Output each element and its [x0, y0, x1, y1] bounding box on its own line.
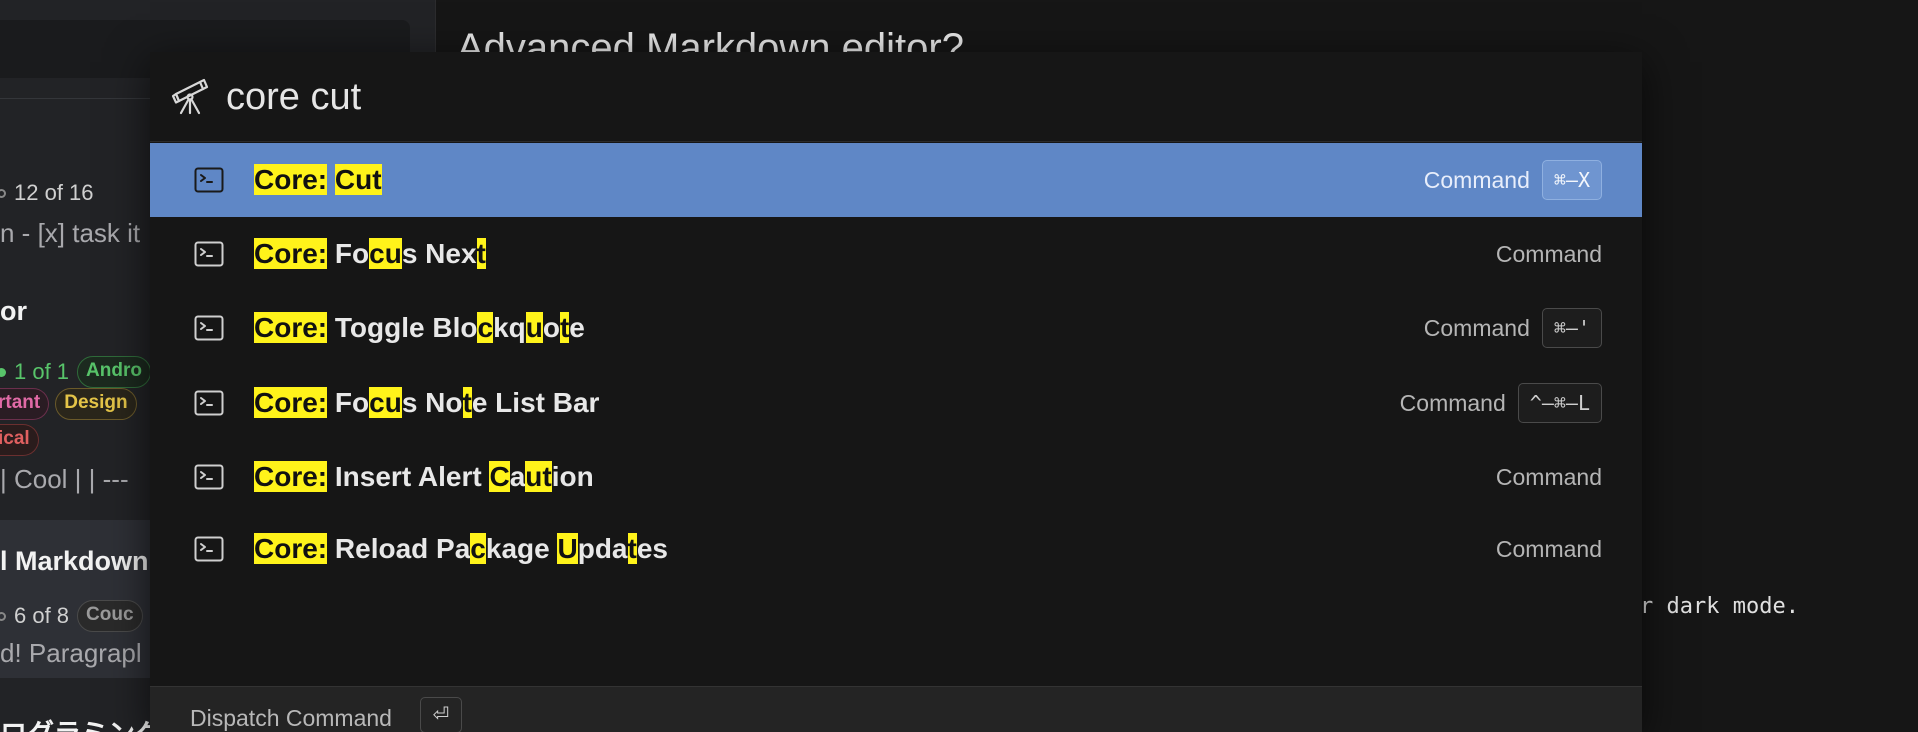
palette-search-row — [150, 52, 1642, 142]
label-text: Toggle Blo — [327, 312, 478, 343]
label-text: Insert Alert — [327, 461, 490, 492]
note-preview: n - [x] task it — [0, 218, 141, 248]
terminal-icon — [194, 464, 224, 490]
label-text: Fo — [327, 387, 370, 418]
label-text: e List Bar — [471, 387, 600, 418]
terminal-icon — [194, 536, 224, 562]
match-highlight: ut — [525, 461, 552, 492]
note-title: l Markdown — [0, 546, 149, 576]
match-highlight: c — [477, 312, 494, 343]
command-kind: Command — [1423, 166, 1530, 193]
terminal-icon — [194, 167, 224, 193]
label-text: kq — [493, 312, 526, 343]
note-preview: d! Paragrapl — [0, 638, 142, 668]
match-highlight: u — [525, 312, 543, 343]
terminal-icon — [194, 315, 224, 341]
label-text: es — [636, 533, 668, 564]
match-highlight: U — [557, 533, 578, 564]
label-text: Fo — [327, 238, 370, 269]
match-highlight: t — [559, 312, 570, 343]
label-text: kage — [485, 533, 558, 564]
command-search-input[interactable] — [226, 70, 1586, 124]
label-text: Reload Pa — [327, 533, 471, 564]
command-result-row[interactable]: Core: Focus Note List Bar Command ^–⌘–L — [150, 366, 1642, 440]
match-highlight: t — [476, 238, 486, 269]
tag-badge[interactable]: Design — [55, 388, 137, 420]
command-kind: Command — [1423, 314, 1530, 341]
command-kind: Command — [1399, 389, 1506, 416]
match-highlight: t — [627, 533, 637, 564]
task-progress-icon — [0, 188, 6, 198]
task-done-icon — [0, 367, 6, 377]
command-result-row[interactable]: Core: Focus Next Command — [150, 217, 1642, 291]
tag-badge[interactable]: rtant — [0, 388, 50, 420]
command-kind: Command — [1495, 463, 1602, 490]
label-text: pda — [577, 533, 628, 564]
match-highlight: Core: — [254, 312, 328, 343]
command-label: Core: Cut — [254, 163, 382, 197]
command-label: Core: Reload Package Updates — [254, 532, 668, 566]
label-text: a — [509, 461, 526, 492]
label-text: ion — [551, 461, 594, 492]
command-label: Core: Focus Next — [254, 237, 486, 271]
command-result-row[interactable]: Core: Reload Package Updates Command — [150, 512, 1642, 586]
palette-footer: Dispatch Command ⏎ — [150, 686, 1642, 732]
command-result-row[interactable]: Core: Cut Command ⌘–X — [150, 143, 1642, 217]
match-highlight: Core: — [254, 461, 328, 492]
command-result-row[interactable]: Core: Toggle Blockquote Command ⌘–' — [150, 291, 1642, 365]
match-highlight: cu — [369, 238, 402, 269]
match-highlight: c — [470, 533, 486, 564]
dispatch-command-label: Dispatch Command — [190, 705, 392, 731]
label-text: s No — [401, 387, 463, 418]
match-highlight: t — [462, 387, 472, 418]
label-text: s Nex — [401, 238, 477, 269]
command-kind: Command — [1495, 535, 1602, 562]
task-count: 12 of 16 — [14, 180, 94, 205]
command-palette: Core: CutCommand⌘–XCore: Focus NextComma… — [150, 52, 1642, 732]
telescope-icon — [171, 78, 209, 115]
match-highlight: Core: — [254, 533, 328, 564]
enter-key-icon: ⏎ — [420, 697, 462, 732]
keyboard-shortcut: ⌘–' — [1541, 308, 1602, 348]
task-count: 6 of 8 — [14, 603, 70, 628]
match-highlight: cu — [369, 387, 402, 418]
note-preview: | Cool | | --- — [0, 464, 129, 494]
match-highlight: Core: — [254, 238, 328, 269]
command-label: Core: Toggle Blockquote — [254, 311, 585, 345]
match-highlight: Core: — [254, 164, 328, 195]
label-text: o — [542, 312, 560, 343]
match-highlight: Cut — [334, 164, 382, 195]
keyboard-shortcut: ^–⌘–L — [1517, 383, 1602, 423]
label-text: e — [569, 312, 585, 343]
match-highlight: Core: — [254, 387, 328, 418]
note-title: or — [0, 296, 27, 326]
task-count: 1 of 1 — [14, 359, 70, 384]
tag-badge[interactable]: Couc — [77, 600, 143, 632]
terminal-icon — [194, 241, 224, 267]
tag-badge[interactable]: ical — [0, 424, 39, 456]
note-title: ログラミング — [0, 712, 162, 732]
command-kind: Command — [1495, 240, 1602, 267]
label-text — [327, 164, 335, 195]
command-label: Core: Insert Alert Caution — [254, 460, 594, 494]
command-result-row[interactable]: Core: Insert Alert Caution Command — [150, 440, 1642, 514]
task-progress-icon — [0, 611, 6, 621]
editor-text-line: r dark mode. — [1640, 594, 1799, 619]
tag-badge[interactable]: Andro — [77, 356, 151, 388]
command-label: Core: Focus Note List Bar — [254, 386, 599, 420]
match-highlight: C — [489, 461, 510, 492]
keyboard-shortcut: ⌘–X — [1541, 160, 1602, 200]
terminal-icon — [194, 390, 224, 416]
